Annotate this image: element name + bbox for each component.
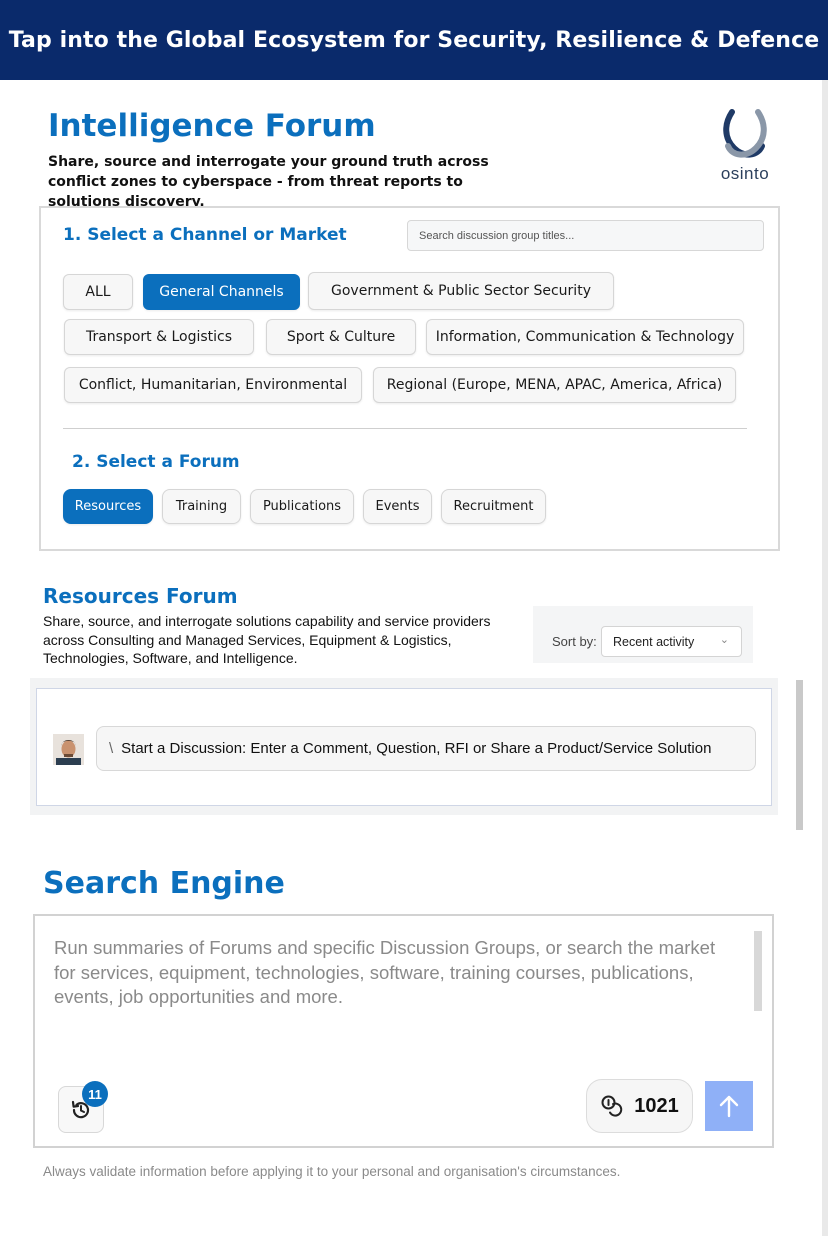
start-discussion-card: \ Start a Discussion: Enter a Comment, Q… <box>36 688 772 806</box>
forum-tab-recruitment[interactable]: Recruitment <box>441 489 546 524</box>
osinto-logo: osinto <box>710 106 780 186</box>
discussion-search-input[interactable]: Search discussion group titles... <box>407 220 764 251</box>
sort-control: Sort by: Recent activity ⌄ <box>533 606 753 663</box>
channel-chip-conflict[interactable]: Conflict, Humanitarian, Environmental <box>64 367 362 403</box>
search-engine-box: Run summaries of Forums and specific Dis… <box>33 914 774 1148</box>
disclaimer-note: Always validate information before apply… <box>43 1164 621 1179</box>
resources-description: Share, source, and interrogate solutions… <box>43 613 491 666</box>
channel-chip-regional[interactable]: Regional (Europe, MENA, APAC, America, A… <box>373 367 736 403</box>
page-edge <box>822 80 828 1236</box>
channel-heading: 1. Select a Channel or Market <box>63 225 347 245</box>
forum-tab-training[interactable]: Training <box>162 489 241 524</box>
channel-forum-panel: 1. Select a Channel or Market Search dis… <box>39 206 780 551</box>
forum-tab-publications[interactable]: Publications <box>250 489 354 524</box>
channel-chip-sport[interactable]: Sport & Culture <box>266 319 416 355</box>
page-title: Intelligence Forum <box>48 108 376 144</box>
credits-count: 1021 <box>634 1094 679 1117</box>
sort-label: Sort by: <box>552 634 597 649</box>
channel-chip-general[interactable]: General Channels <box>143 274 300 310</box>
page-scrollbar[interactable] <box>796 680 803 830</box>
sort-select[interactable]: Recent activity ⌄ <box>601 626 742 657</box>
history-count-badge: 11 <box>82 1081 108 1107</box>
logo-text: osinto <box>720 164 770 183</box>
forum-tab-events[interactable]: Events <box>363 489 432 524</box>
discussion-input[interactable]: \ Start a Discussion: Enter a Comment, Q… <box>96 726 756 771</box>
chevron-down-icon: ⌄ <box>719 634 729 646</box>
search-engine-input[interactable]: Run summaries of Forums and specific Dis… <box>54 936 724 1010</box>
start-discussion-area: \ Start a Discussion: Enter a Comment, Q… <box>30 678 778 815</box>
sort-value: Recent activity <box>613 634 695 649</box>
page-subtitle: Share, source and interrogate your groun… <box>48 154 489 210</box>
top-banner: Tap into the Global Ecosystem for Securi… <box>0 0 828 80</box>
panel-divider <box>63 428 747 429</box>
resources-title: Resources Forum <box>43 584 238 608</box>
forum-tab-resources[interactable]: Resources <box>63 489 153 524</box>
search-engine-title: Search Engine <box>43 866 285 901</box>
osinto-logo-icon <box>723 109 767 158</box>
avatar <box>53 734 84 765</box>
arrow-up-icon <box>719 1095 739 1118</box>
credits-button[interactable]: 1021 <box>586 1079 693 1133</box>
banner-title: Tap into the Global Ecosystem for Securi… <box>8 27 820 53</box>
discussion-placeholder: Start a Discussion: Enter a Comment, Que… <box>121 740 712 757</box>
forum-heading: 2. Select a Forum <box>72 452 240 472</box>
search-engine-scrollbar[interactable] <box>754 931 762 1011</box>
channel-chip-transport[interactable]: Transport & Logistics <box>64 319 254 355</box>
channel-chip-ict[interactable]: Information, Communication & Technology <box>426 319 744 355</box>
channel-chip-government[interactable]: Government & Public Sector Security <box>308 272 614 310</box>
send-button[interactable] <box>705 1081 753 1131</box>
channel-chip-all[interactable]: ALL <box>63 274 133 310</box>
credits-icon <box>601 1095 623 1117</box>
discussion-ghost-text: \ <box>109 740 114 757</box>
